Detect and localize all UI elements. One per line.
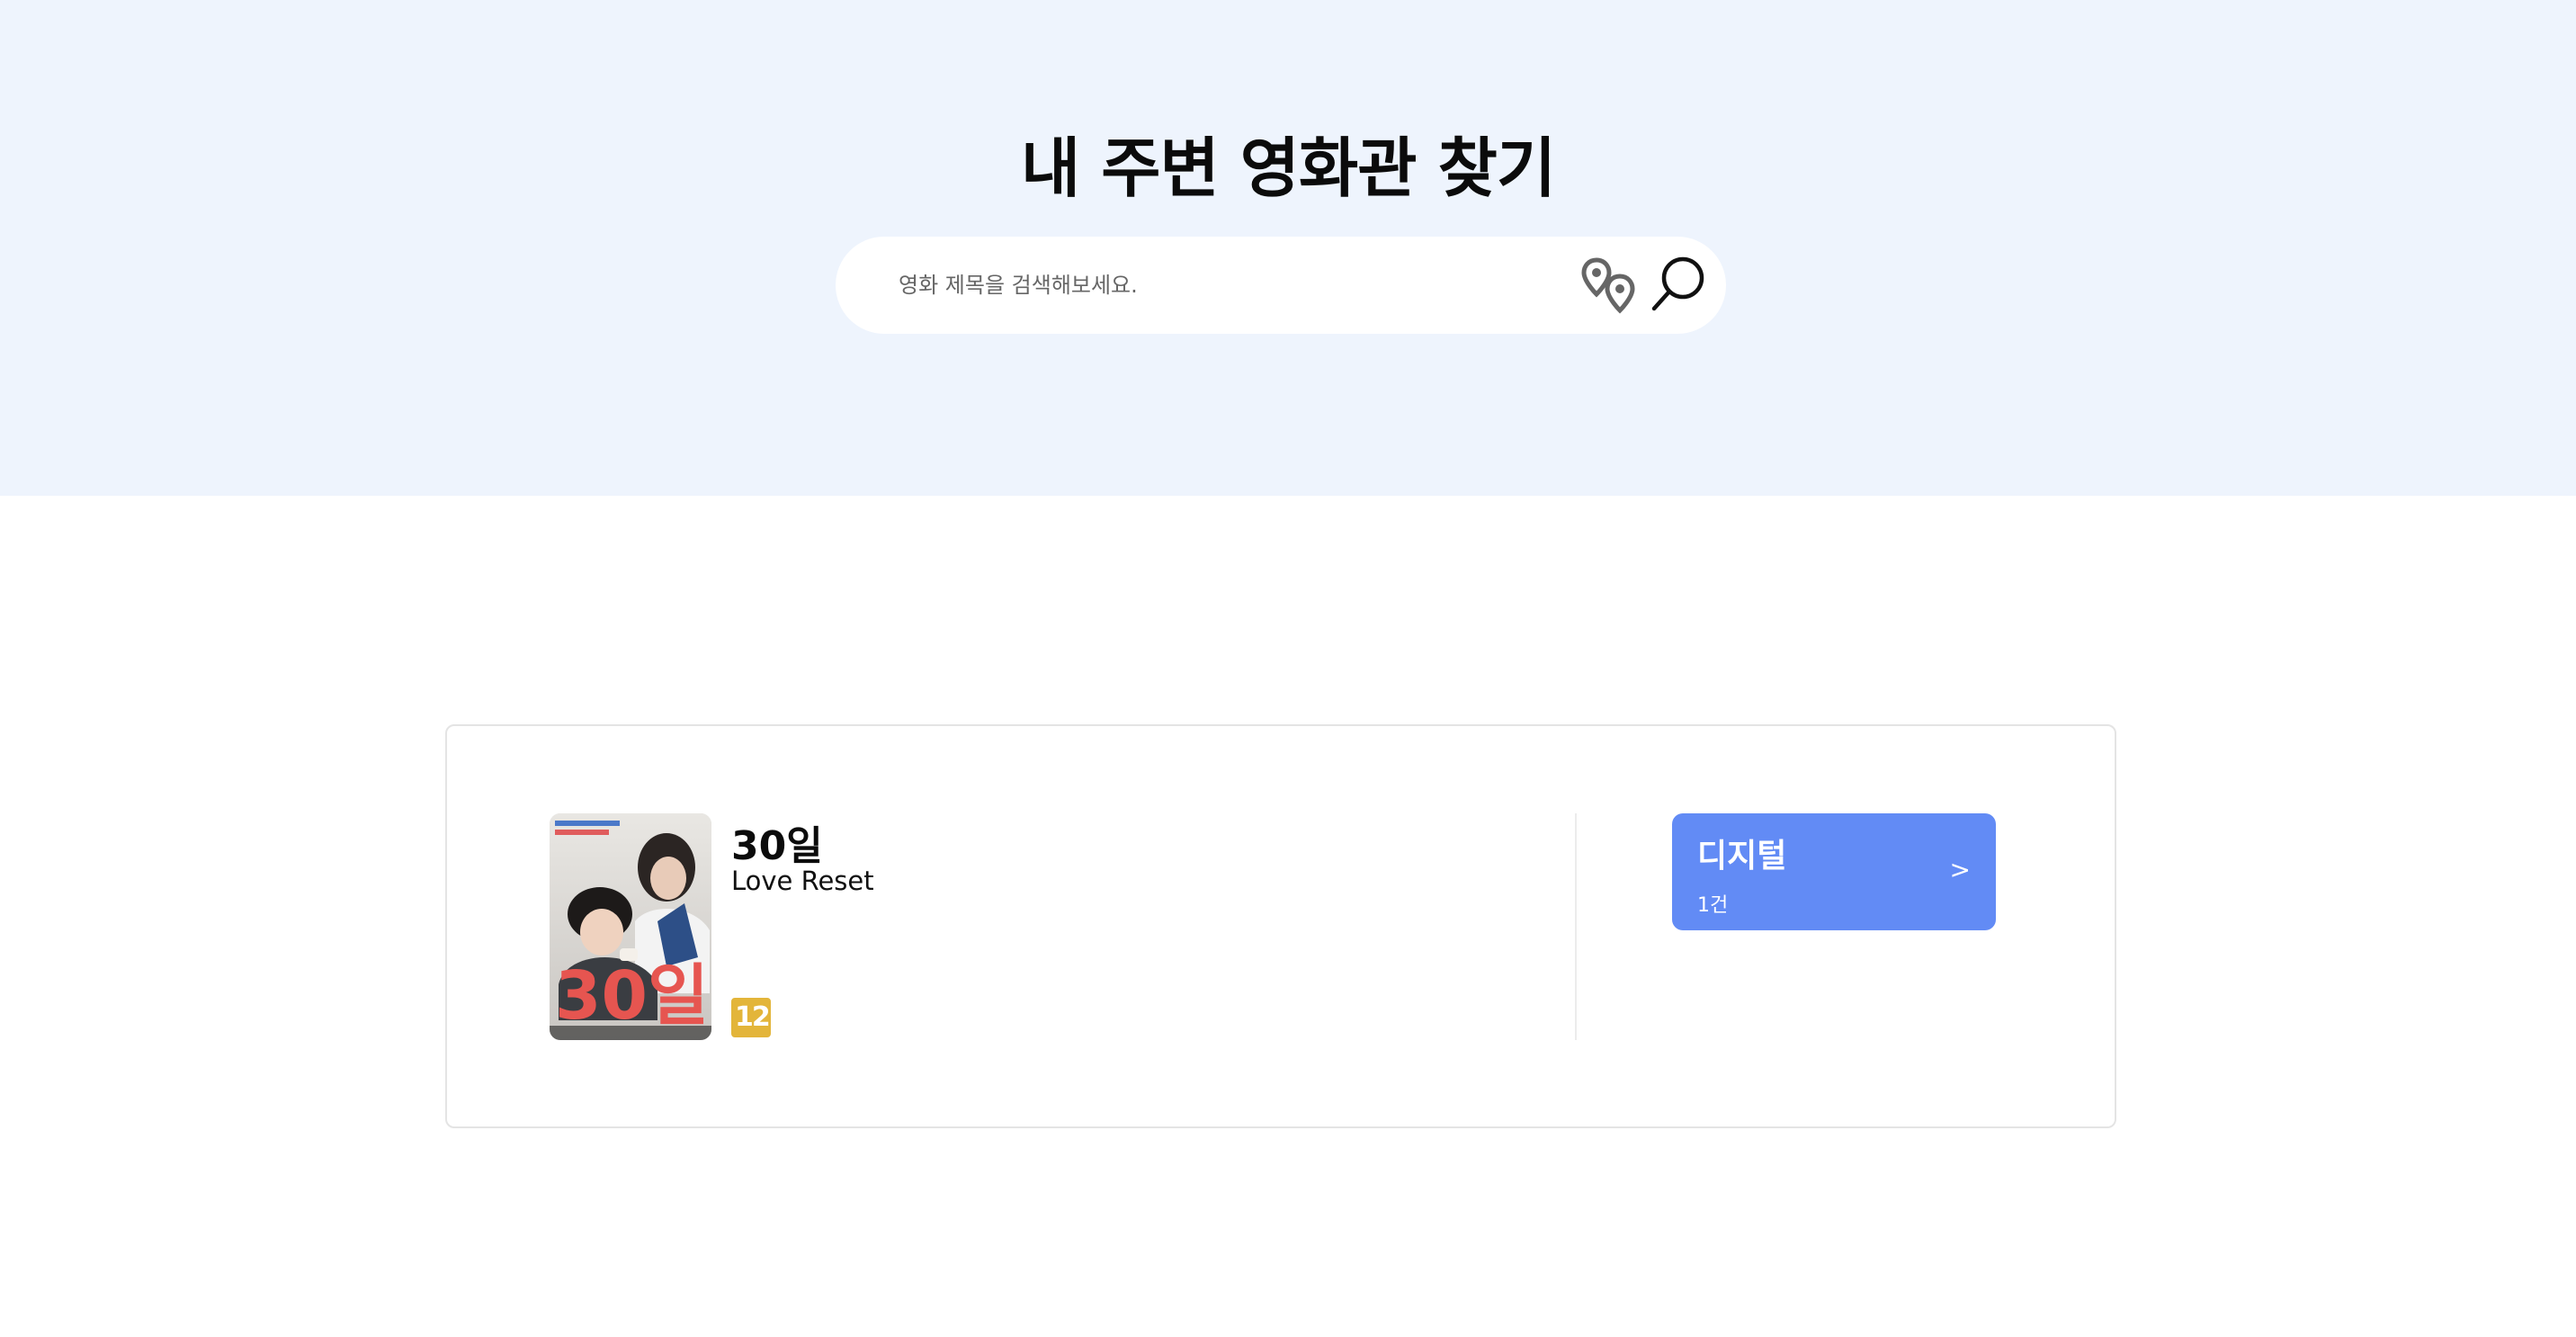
card-divider: [1575, 813, 1577, 1040]
poster-title-text: 30일: [555, 957, 709, 1035]
poster-image: 30일: [550, 813, 711, 1040]
age-rating-value: 12: [735, 1001, 771, 1034]
search-button[interactable]: [1645, 253, 1710, 318]
search-bar: [836, 237, 1726, 334]
hero-section: 내 주변 영화관 찾기: [0, 0, 2576, 496]
movie-title[interactable]: 30일: [731, 813, 823, 871]
format-label: 디지털: [1697, 838, 1787, 875]
movie-result-card: 30일 30일 Love Reset 12 디지털 1건 >: [445, 724, 2116, 1128]
location-button[interactable]: [1573, 253, 1641, 321]
search-input[interactable]: [899, 258, 1474, 312]
movie-poster[interactable]: 30일: [550, 813, 711, 1040]
age-rating-badge: 12: [731, 998, 771, 1037]
chevron-right-icon: >: [1949, 855, 1971, 884]
format-count: 1건: [1697, 894, 1729, 917]
movie-subtitle: Love Reset: [731, 866, 874, 896]
page-title: 내 주변 영화관 찾기: [1020, 130, 1556, 206]
location-pins-icon: [1581, 257, 1635, 314]
magnifier-icon: [1651, 256, 1704, 311]
format-button-digital[interactable]: 디지털 1건 >: [1672, 813, 1996, 930]
